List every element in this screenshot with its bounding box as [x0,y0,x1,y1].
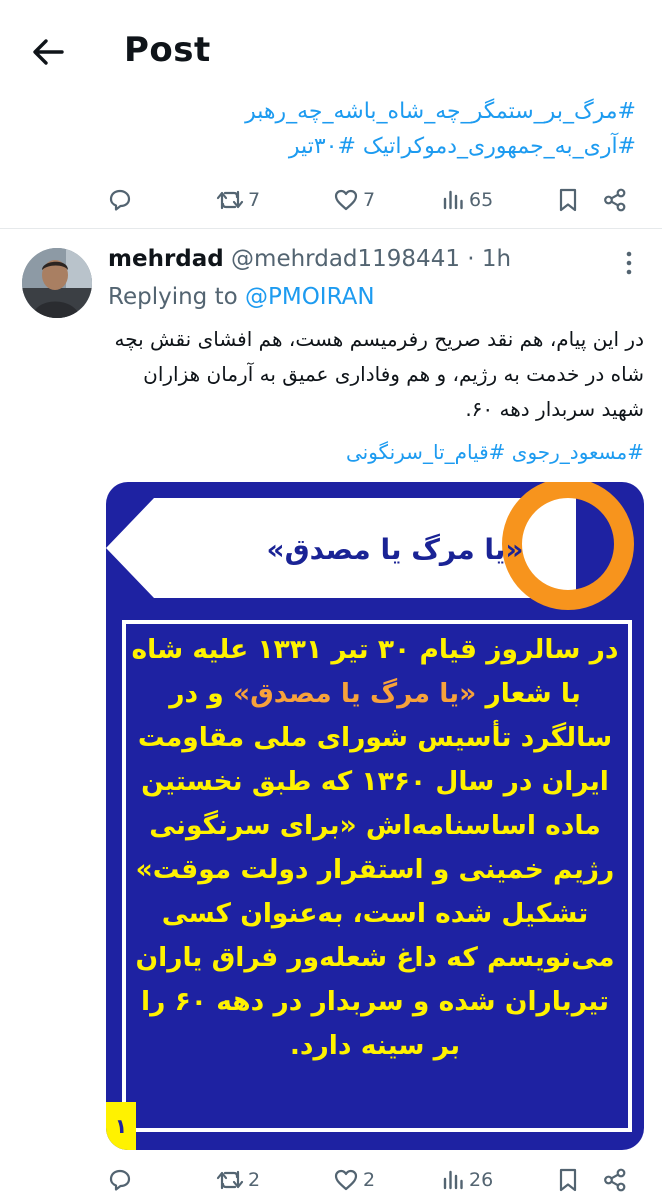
replying-to: Replying to @PMOIRAN [108,284,375,310]
like-button[interactable]: 7 [333,180,375,220]
repost-button[interactable]: 7 [216,180,260,220]
bookmark-button[interactable] [556,1160,580,1200]
reply-icon [109,1169,131,1191]
hashtag-link[interactable]: #مرگ_بر_ستمگر_چه_شاه_باشه_چه_رهبر [36,94,636,129]
share-button[interactable] [602,1160,628,1200]
views-icon [443,1170,463,1190]
back-button[interactable] [28,32,68,72]
views-button[interactable]: 26 [441,1160,493,1200]
views-button[interactable]: 65 [441,180,493,220]
post-image[interactable]: «یا مرگ یا مصدق» در سالروز قیام ۳۰ تیر ۱… [106,482,644,1150]
avatar[interactable] [22,248,92,318]
image-page-number: ۱ [106,1102,136,1150]
heart-icon [334,189,358,211]
reply-button[interactable] [107,1160,133,1200]
replying-to-label: Replying to [108,284,238,310]
repost-count: 7 [248,189,261,211]
image-body-part2: و در سالگرد تأسیس شورای ملی مقاومت ایران… [135,678,615,1061]
bookmark-icon [559,188,577,212]
previous-post-action-bar: 7 7 65 [0,180,662,220]
repost-count: 2 [248,1169,261,1191]
arrow-left-icon [33,39,64,65]
bookmark-icon [559,1168,577,1192]
like-button[interactable]: 2 [333,1160,375,1200]
image-body-text: در سالروز قیام ۳۰ تیر ۱۳۳۱ علیه شاه با ش… [130,628,620,1068]
post-action-bar: 2 2 26 [0,1160,662,1200]
time-separator: · [467,246,475,272]
share-icon [604,188,626,212]
author-handle[interactable]: @mehrdad1198441 [231,246,460,272]
bookmark-button[interactable] [556,180,580,220]
replying-to-handle[interactable]: @PMOIRAN [245,284,375,310]
repost-button[interactable]: 2 [216,1160,260,1200]
share-button[interactable] [602,180,628,220]
post-divider [0,228,662,229]
like-count: 2 [363,1169,376,1191]
share-icon [604,1168,626,1192]
repost-icon [216,1170,244,1190]
post-author-line: mehrdad @mehrdad1198441 · 1h [108,246,511,272]
view-count: 26 [469,1169,494,1191]
profile-photo-icon [22,248,92,318]
page-title: Post [124,30,211,70]
heart-icon [334,1169,358,1191]
post-text: در این پیام، هم نقد صریح رفرمیسم هست، هم… [114,327,645,421]
more-options-button[interactable] [612,250,646,276]
author-name[interactable]: mehrdad [108,246,224,272]
post-hashtags[interactable]: #مسعود_رجوی #قیام_تا_سرنگونی [100,436,644,468]
previous-post-hashtags: #مرگ_بر_ستمگر_چه_شاه_باشه_چه_رهبر #آری_ب… [36,94,636,164]
view-count: 65 [469,189,494,211]
image-body-highlight: «یا مرگ یا مصدق» [232,678,477,709]
image-title: «یا مرگ یا مصدق» [266,533,524,566]
post-time[interactable]: 1h [482,246,511,272]
top-bar: Post [0,0,662,98]
hashtag-link[interactable]: #آری_به_جمهوری_دموکراتیک #۳۰تیر [36,129,636,164]
reply-button[interactable] [107,180,133,220]
views-icon [443,190,463,210]
like-count: 7 [363,189,376,211]
reply-icon [109,189,131,211]
repost-icon [216,190,244,210]
more-dots-icon [626,251,632,275]
